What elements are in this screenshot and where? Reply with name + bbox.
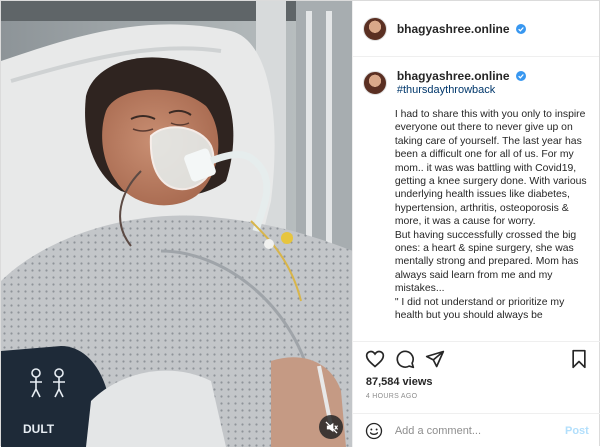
- verified-badge-icon: [515, 23, 526, 34]
- avatar[interactable]: [362, 16, 387, 41]
- header-username[interactable]: bhagyashree.online: [397, 22, 526, 36]
- post-side-panel: bhagyashree.online bhagyashree.online #t…: [351, 1, 600, 447]
- comment-icon[interactable]: [395, 349, 415, 369]
- caption-username-text[interactable]: bhagyashree.online: [397, 69, 510, 83]
- caption-avatar[interactable]: [362, 71, 387, 95]
- heart-icon[interactable]: [365, 349, 385, 369]
- video-frame: DULT: [1, 1, 352, 447]
- hashtag-link[interactable]: #thursdaythrowback: [397, 84, 526, 96]
- comment-bar: Post: [352, 413, 600, 447]
- caption-names: bhagyashree.online #thursdaythrowback: [397, 69, 526, 96]
- instagram-post: DULT bhagyashree.online bhagyashree.onli…: [0, 0, 600, 447]
- comment-input[interactable]: [394, 424, 565, 437]
- caption-area: bhagyashree.online #thursdaythrowback I …: [353, 63, 600, 341]
- cuff-label: DULT: [23, 422, 55, 436]
- post-header: bhagyashree.online: [352, 1, 599, 57]
- caption-header: bhagyashree.online #thursdaythrowback: [362, 69, 591, 96]
- post-video[interactable]: DULT: [1, 1, 352, 447]
- verified-badge-icon: [515, 71, 526, 81]
- smiley-icon[interactable]: [365, 422, 383, 440]
- caption-username[interactable]: bhagyashree.online: [397, 69, 526, 83]
- post-comment-button[interactable]: Post: [565, 425, 589, 437]
- action-bar: [352, 341, 600, 375]
- muted-speaker-icon: [325, 421, 338, 433]
- post-timestamp[interactable]: 4 HOURS AGO: [366, 393, 418, 400]
- mute-button[interactable]: [319, 415, 343, 439]
- header-username-text[interactable]: bhagyashree.online: [397, 22, 510, 36]
- share-icon[interactable]: [425, 349, 445, 369]
- bookmark-icon[interactable]: [569, 349, 589, 369]
- caption-text: I had to share this with you only to ins…: [394, 109, 587, 322]
- view-count[interactable]: 87,584 views: [366, 376, 433, 388]
